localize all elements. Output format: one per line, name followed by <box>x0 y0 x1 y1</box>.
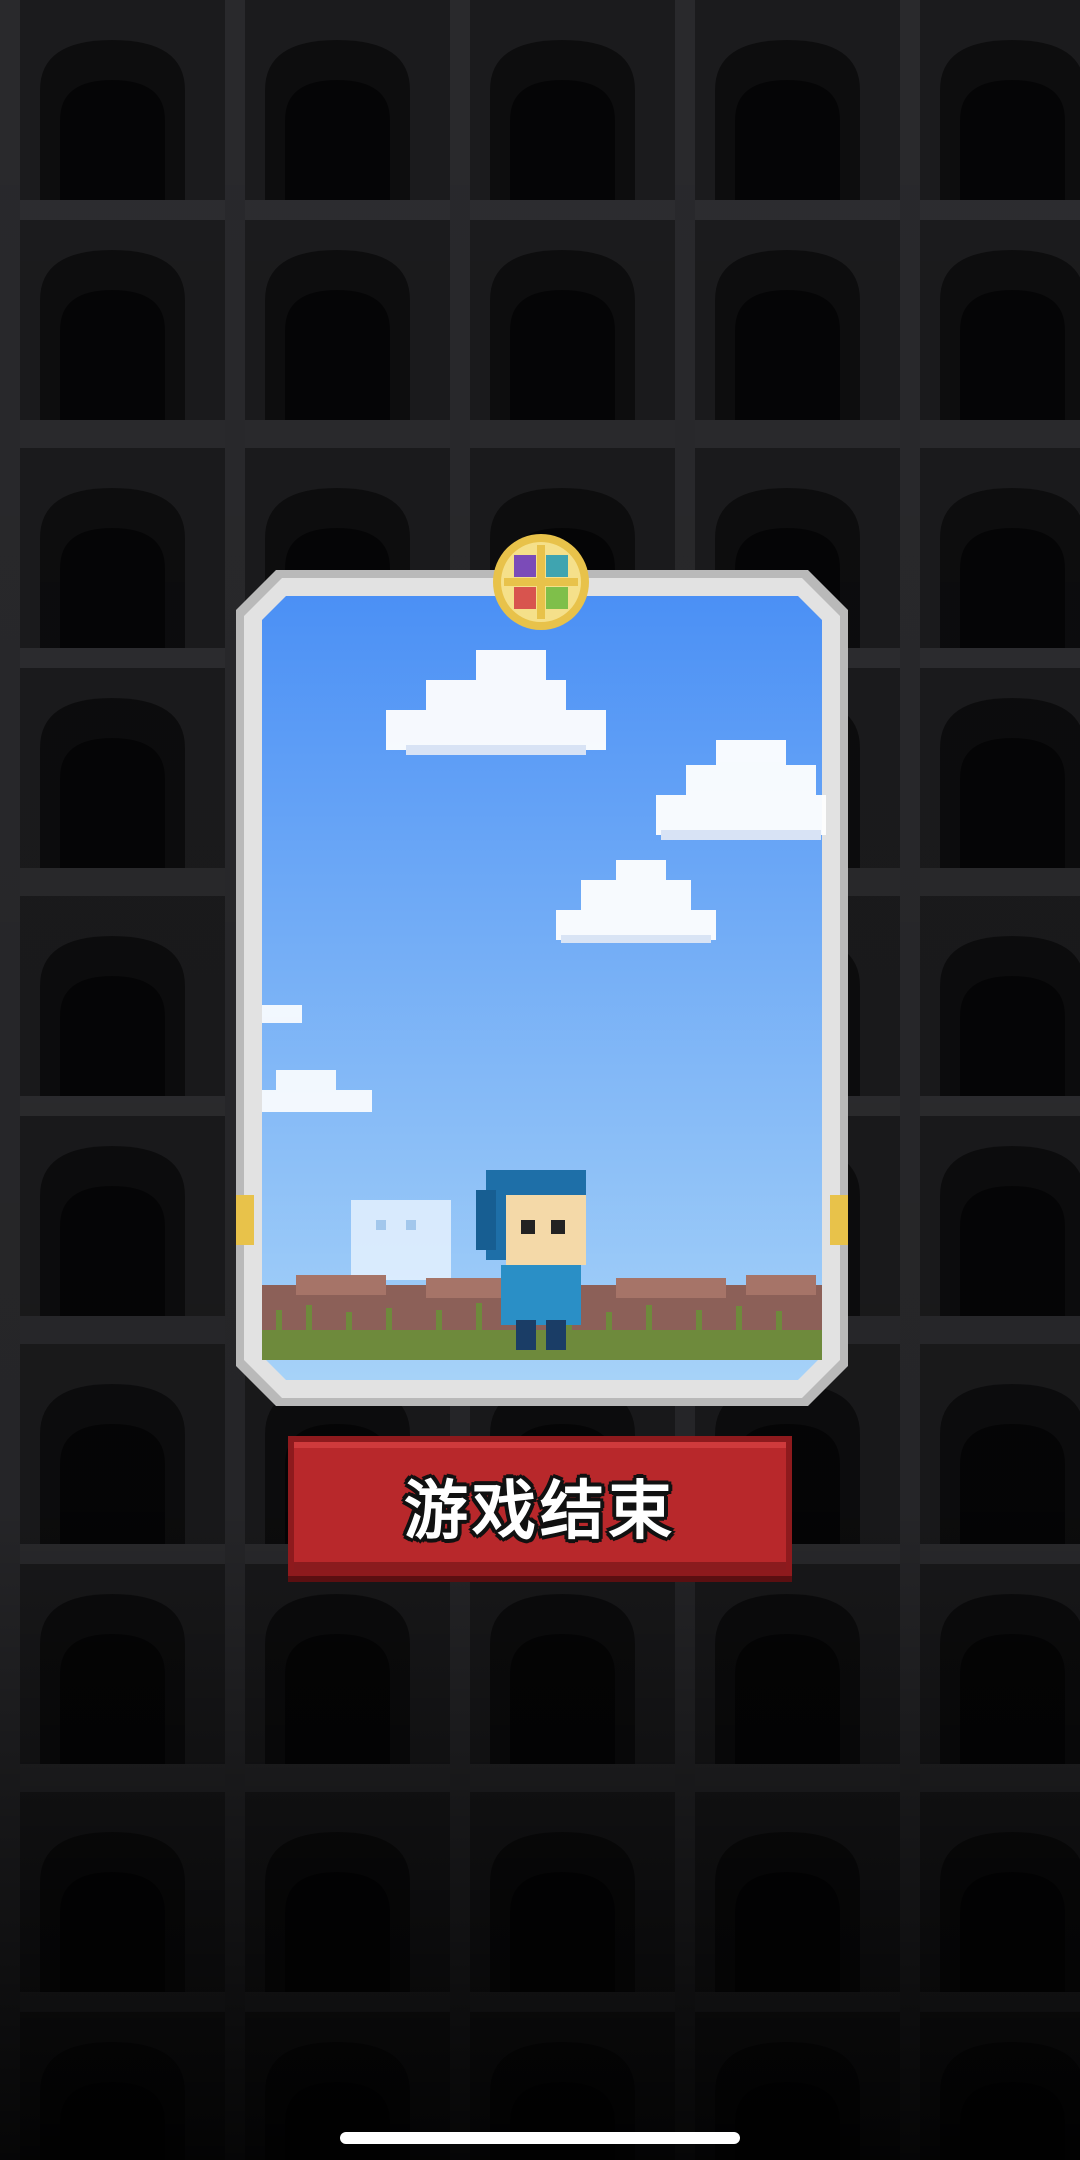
four-color-gem-icon <box>493 534 589 630</box>
frame-stud <box>830 1195 848 1245</box>
ghost <box>351 1200 451 1280</box>
home-indicator[interactable] <box>340 2132 740 2144</box>
game-screen: 游戏结束 <box>0 0 1080 2160</box>
frame-stud <box>236 1195 254 1245</box>
card-illustration <box>236 570 848 1406</box>
game-over-button[interactable]: 游戏结束 <box>288 1436 792 1576</box>
character-card <box>236 570 848 1406</box>
game-over-button-label: 游戏结束 <box>404 1475 676 1549</box>
